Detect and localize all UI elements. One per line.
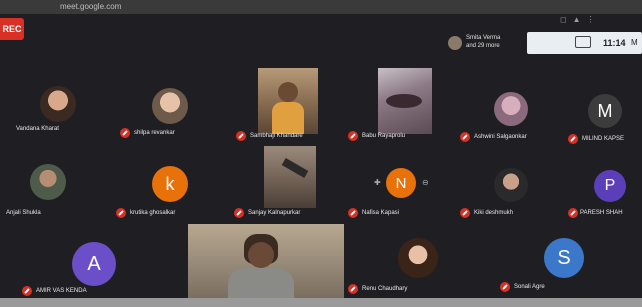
participant-name: Sanjay Kalnapurkar [248,210,301,216]
participant-avatar [448,36,462,50]
muted-mic-icon [22,286,32,296]
status-badge [575,36,591,48]
pin-icon[interactable]: ▲ [573,15,587,24]
bottom-toolbar [0,298,642,307]
more-options-icon[interactable]: ⊖ [422,178,429,187]
participant-name: Ashwini Salgaonkar [474,134,527,140]
layout-icon[interactable]: ◻ [560,15,573,24]
avatar: P [594,170,626,202]
participant-name: Anjali Shukla [6,210,41,216]
participant-tile[interactable]: Renu Chaudhary [346,236,458,298]
participant-video [188,224,344,298]
participant-name: PARESH SHAH [580,210,623,216]
avatar [494,168,528,202]
participant-tile[interactable]: Ashwini Salgaonkar [460,86,570,146]
avatar [494,92,528,126]
muted-mic-icon [116,208,126,218]
meet-screen: meet.google.com REC ◻▲⋮ Smita Verma and … [0,0,642,300]
muted-mic-icon [500,282,510,292]
participant-name: Sonali Agre [514,284,545,290]
muted-mic-icon [348,131,358,141]
more-icon[interactable]: ⋮ [587,15,601,24]
participants-text: Smita Verma and 29 more [466,35,501,49]
avatar: N [386,168,416,198]
avatar [30,164,66,200]
avatar [152,88,188,124]
participant-name: Vandana Kharat [16,126,59,132]
muted-mic-icon [460,132,470,142]
avatar [398,238,438,278]
participant-video [264,146,316,208]
muted-mic-icon [234,208,244,218]
mic-control-icon[interactable]: ✚ [374,178,381,187]
participant-name: Kiki deshmukh [474,210,514,216]
participant-tile[interactable]: A AMIR VAS KENDA [18,236,188,298]
time-text: 11:14 [603,38,626,48]
participant-name: Sambhaji Khandare [250,133,303,139]
participant-name: krutika ghosalkar [130,210,176,216]
muted-mic-icon [460,208,470,218]
participant-tile[interactable]: shilpa revankar [120,82,230,142]
participant-tile[interactable]: Vandana Kharat [16,80,118,140]
url-text[interactable]: meet.google.com [60,2,121,11]
participant-tile[interactable] [188,224,344,298]
participant-tile[interactable]: Sanjay Kalnapurkar [232,146,344,222]
participant-name: Renu Chaudhary [362,286,408,292]
muted-mic-icon [236,131,246,141]
muted-mic-icon [120,128,130,138]
avatar [40,86,76,122]
participant-name: Babu Rayaprolu [362,133,406,139]
muted-mic-icon [568,208,578,218]
participant-tile[interactable]: M MILIND KAPSE [568,86,642,146]
browser-bar: meet.google.com [0,0,642,14]
avatar: M [588,94,622,128]
participant-tile[interactable]: P PARESH SHAH [568,166,642,226]
participant-tile[interactable]: S Sonali Agre [500,236,610,298]
participant-tile[interactable]: Babu Rayaprolu [346,68,458,144]
participants-info: Smita Verma and 29 more [448,34,528,54]
status-widget: 11:14 M [527,32,642,54]
status-right: M [631,38,638,47]
participant-name: Nafisa Kapasi [362,210,400,216]
top-icons: ◻▲⋮ [560,15,601,24]
recording-badge: REC [0,18,24,40]
participant-tile[interactable]: k krutika ghosalkar [116,164,226,224]
participant-tile[interactable]: N ✚ ⊖ Nafisa Kapasi [346,166,458,226]
participant-video [378,68,432,134]
muted-mic-icon [348,208,358,218]
muted-mic-icon [568,134,578,144]
avatar: S [544,238,584,278]
participant-tile[interactable]: Kiki deshmukh [460,164,570,224]
avatar: A [72,242,116,286]
muted-mic-icon [348,284,358,294]
participant-video [258,68,318,134]
participant-name: MILIND KAPSE [582,136,625,142]
participant-name: shilpa revankar [134,130,175,136]
participant-tile[interactable]: Anjali Shukla [6,160,106,220]
avatar: k [152,166,188,202]
participant-tile[interactable]: Sambhaji Khandare [232,68,344,144]
participant-name: AMIR VAS KENDA [36,288,87,294]
